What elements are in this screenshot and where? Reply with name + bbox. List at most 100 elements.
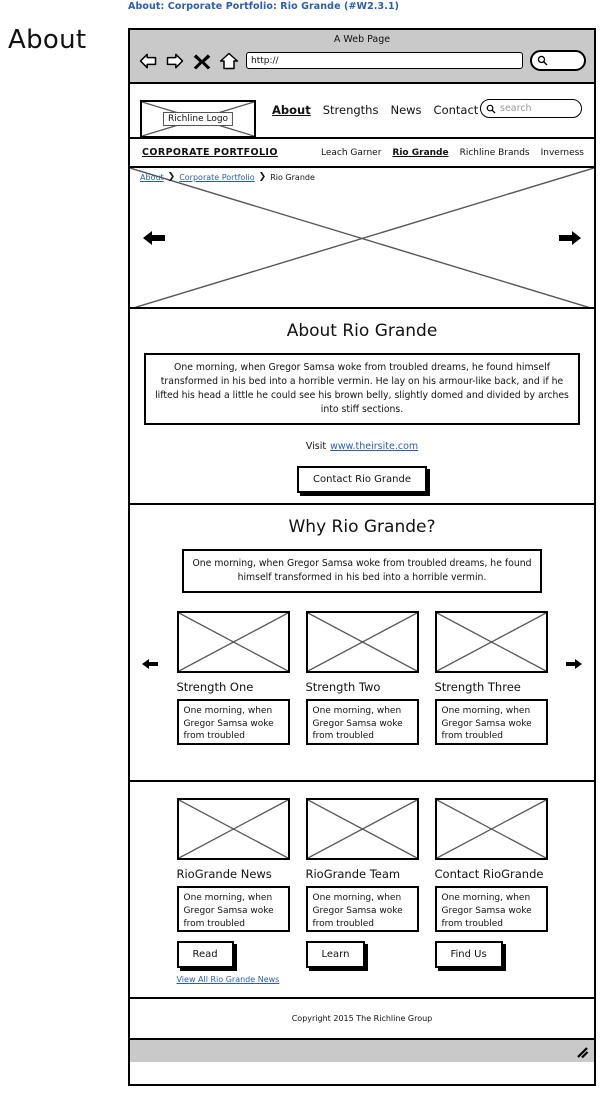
browser-search-box[interactable]	[530, 50, 586, 71]
about-section: About Rio Grande One morning, when Grego…	[130, 309, 594, 505]
hero-image-placeholder-icon	[130, 168, 594, 309]
back-arrow-icon[interactable]	[138, 51, 158, 71]
find-us-button[interactable]: Find Us	[434, 941, 503, 968]
strength-blurb: One morning, when Gregor Samsa woke from…	[434, 698, 548, 745]
learn-button[interactable]: Learn	[305, 941, 366, 968]
url-value: http://	[251, 55, 279, 66]
news-button-wrap: Read	[176, 941, 237, 971]
news-caption: RioGrande News	[176, 867, 272, 881]
strength-card[interactable]: Strength Two One morning, when Gregor Sa…	[305, 610, 419, 745]
contact-rio-grande-button[interactable]: Contact Rio Grande	[297, 465, 427, 493]
strength-thumbnail	[434, 610, 548, 673]
browser-window-title: A Web Page	[333, 34, 391, 45]
strengths-next-icon[interactable]	[566, 657, 582, 671]
strength-caption: Strength One	[176, 679, 254, 694]
site-header: Richline Logo About Strengths News Conta…	[130, 84, 594, 139]
page-caption: About: Corporate Portfolio: Rio Grande (…	[128, 1, 400, 12]
why-title: Why Rio Grande?	[288, 517, 436, 537]
image-placeholder-icon	[437, 613, 546, 671]
carousel-prev-icon[interactable]	[142, 228, 166, 248]
breadcrumb-separator: ❯	[167, 172, 176, 182]
nav-item-contact[interactable]: Contact	[434, 103, 479, 117]
browser-status-bar	[130, 1040, 594, 1062]
strength-thumbnail	[176, 610, 290, 673]
image-placeholder-icon	[308, 613, 417, 671]
about-cta-row: Contact Rio Grande	[130, 465, 594, 496]
copyright-text: Copyright 2015 The Richline Group	[291, 1014, 433, 1023]
news-card[interactable]: RioGrande Team One morning, when Gregor …	[305, 798, 419, 984]
nav-item-about[interactable]: About	[272, 103, 311, 117]
read-button[interactable]: Read	[176, 941, 234, 968]
breadcrumb: About ❯ Corporate Portfolio ❯ Rio Grande	[140, 172, 315, 182]
news-section: RioGrande News One morning, when Gregor …	[130, 782, 594, 999]
search-icon	[486, 104, 496, 114]
image-placeholder-icon	[179, 613, 288, 671]
strength-blurb: One morning, when Gregor Samsa woke from…	[305, 698, 419, 745]
breadcrumb-item-current: Rio Grande	[270, 172, 315, 182]
subnav-item-richline-brands[interactable]: Richline Brands	[460, 148, 530, 158]
about-title: About Rio Grande	[286, 321, 438, 341]
breadcrumb-item-corporate-portfolio[interactable]: Corporate Portfolio	[179, 173, 254, 182]
news-blurb: One morning, when Gregor Samsa woke from…	[176, 886, 290, 932]
hero-carousel: About ❯ Corporate Portfolio ❯ Rio Grande	[130, 168, 594, 309]
about-body: One morning, when Gregor Samsa woke from…	[144, 353, 580, 425]
browser-chrome: A Web Page http://	[130, 30, 594, 84]
news-blurb: One morning, when Gregor Samsa woke from…	[305, 886, 419, 932]
news-cta-row: Read	[176, 941, 290, 971]
subnav-links: Leach Garner Rio Grande Richline Brands …	[321, 148, 584, 158]
why-section: Why Rio Grande? One morning, when Gregor…	[130, 505, 594, 782]
visit-label: Visit	[305, 440, 327, 452]
strength-card[interactable]: Strength One One morning, when Gregor Sa…	[176, 610, 290, 745]
strength-caption: Strength Three	[434, 679, 521, 694]
site-footer: Copyright 2015 The Richline Group	[130, 999, 594, 1040]
news-thumbnail	[305, 798, 419, 860]
page-title: About	[8, 25, 87, 55]
resize-grip-icon[interactable]	[576, 1046, 589, 1059]
subnav-brand[interactable]: CORPORATE PORTFOLIO	[142, 147, 278, 158]
browser-window: A Web Page http:// Richline Logo About S…	[128, 28, 596, 1086]
image-placeholder-icon	[437, 800, 546, 858]
visit-line: Visit www.theirsite.com	[130, 441, 594, 452]
nav-item-strengths[interactable]: Strengths	[323, 103, 379, 117]
news-thumbnail	[434, 798, 548, 860]
logo[interactable]: Richline Logo	[140, 99, 256, 138]
breadcrumb-separator: ❯	[258, 172, 267, 182]
news-caption: Contact RioGrande	[434, 867, 544, 881]
contact-button-wrap: Contact Rio Grande	[297, 465, 430, 496]
subnav-item-leach-garner[interactable]: Leach Garner	[321, 148, 381, 158]
image-placeholder-icon	[179, 800, 288, 858]
subnav-item-rio-grande[interactable]: Rio Grande	[392, 148, 448, 158]
why-body: One morning, when Gregor Samsa woke from…	[182, 549, 542, 593]
close-x-icon[interactable]	[192, 51, 212, 71]
view-all-news-link[interactable]: View All Rio Grande News	[177, 975, 290, 984]
news-button-wrap: Find Us	[434, 941, 506, 971]
carousel-next-icon[interactable]	[558, 228, 582, 248]
news-cta-row: Find Us	[434, 941, 548, 971]
news-card-row: RioGrande News One morning, when Gregor …	[130, 798, 594, 984]
strengths-prev-icon[interactable]	[142, 657, 158, 671]
external-site-link[interactable]: www.theirsite.com	[330, 441, 418, 452]
news-caption: RioGrande Team	[305, 867, 401, 881]
wireframe-page: About: Corporate Portfolio: Rio Grande (…	[0, 0, 604, 1098]
news-cta-row: Learn	[305, 941, 419, 971]
subnav-item-inverness[interactable]: Inverness	[541, 148, 584, 158]
forward-arrow-icon[interactable]	[165, 51, 185, 71]
main-nav: About Strengths News Contact	[272, 103, 478, 117]
search-placeholder: search	[500, 103, 532, 114]
url-input[interactable]: http://	[246, 52, 523, 69]
news-blurb: One morning, when Gregor Samsa woke from…	[434, 886, 548, 932]
news-card[interactable]: Contact RioGrande One morning, when Greg…	[434, 798, 548, 984]
home-icon[interactable]	[219, 51, 239, 71]
sub-nav: CORPORATE PORTFOLIO Leach Garner Rio Gra…	[130, 139, 594, 168]
search-icon	[537, 55, 548, 66]
nav-item-news[interactable]: News	[390, 103, 421, 117]
strength-card[interactable]: Strength Three One morning, when Gregor …	[434, 610, 548, 745]
strength-thumbnail	[305, 610, 419, 673]
search-input[interactable]: search	[480, 99, 582, 118]
news-card[interactable]: RioGrande News One morning, when Gregor …	[176, 798, 290, 984]
strength-caption: Strength Two	[305, 679, 381, 694]
breadcrumb-item-about[interactable]: About	[140, 173, 164, 182]
image-placeholder-icon	[308, 800, 417, 858]
logo-label: Richline Logo	[162, 111, 234, 126]
strength-blurb: One morning, when Gregor Samsa woke from…	[176, 698, 290, 745]
